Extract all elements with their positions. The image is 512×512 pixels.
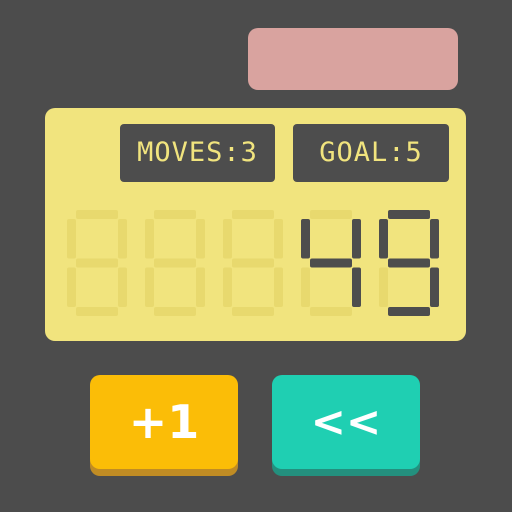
segment-f <box>223 219 232 259</box>
segment-e <box>223 267 232 307</box>
segment-b <box>352 219 361 259</box>
segment-b <box>196 219 205 259</box>
segment-g <box>232 258 274 268</box>
segment-g <box>154 258 196 268</box>
segment-f <box>67 219 76 259</box>
digit-2 <box>145 210 205 316</box>
segment-d <box>154 307 196 316</box>
segment-d <box>310 307 352 316</box>
segment-digits <box>67 210 439 316</box>
game-screen: MOVES:3 GOAL:5 +1 << <box>0 0 512 512</box>
segment-a <box>388 210 430 219</box>
segment-g <box>310 258 352 268</box>
back-button[interactable]: << <box>272 375 420 469</box>
digit-5 <box>379 210 439 316</box>
segment-a <box>76 210 118 219</box>
segment-c <box>274 267 283 307</box>
lcd-display: MOVES:3 GOAL:5 <box>45 108 466 341</box>
segment-g <box>76 258 118 268</box>
plus-one-button[interactable]: +1 <box>90 375 238 469</box>
segment-d <box>76 307 118 316</box>
segment-c <box>118 267 127 307</box>
segment-d <box>388 307 430 316</box>
segment-b <box>274 219 283 259</box>
segment-c <box>352 267 361 307</box>
segment-f <box>379 219 388 259</box>
segment-c <box>196 267 205 307</box>
digit-4 <box>301 210 361 316</box>
segment-a <box>154 210 196 219</box>
segment-d <box>232 307 274 316</box>
digit-1 <box>67 210 127 316</box>
segment-a <box>232 210 274 219</box>
segment-f <box>145 219 154 259</box>
segment-b <box>118 219 127 259</box>
segment-f <box>301 219 310 259</box>
segment-b <box>430 219 439 259</box>
segment-c <box>430 267 439 307</box>
segment-e <box>145 267 154 307</box>
status-indicator <box>248 28 458 90</box>
segment-e <box>301 267 310 307</box>
segment-g <box>388 258 430 268</box>
segment-a <box>310 210 352 219</box>
segment-e <box>379 267 388 307</box>
digit-3 <box>223 210 283 316</box>
segment-e <box>67 267 76 307</box>
